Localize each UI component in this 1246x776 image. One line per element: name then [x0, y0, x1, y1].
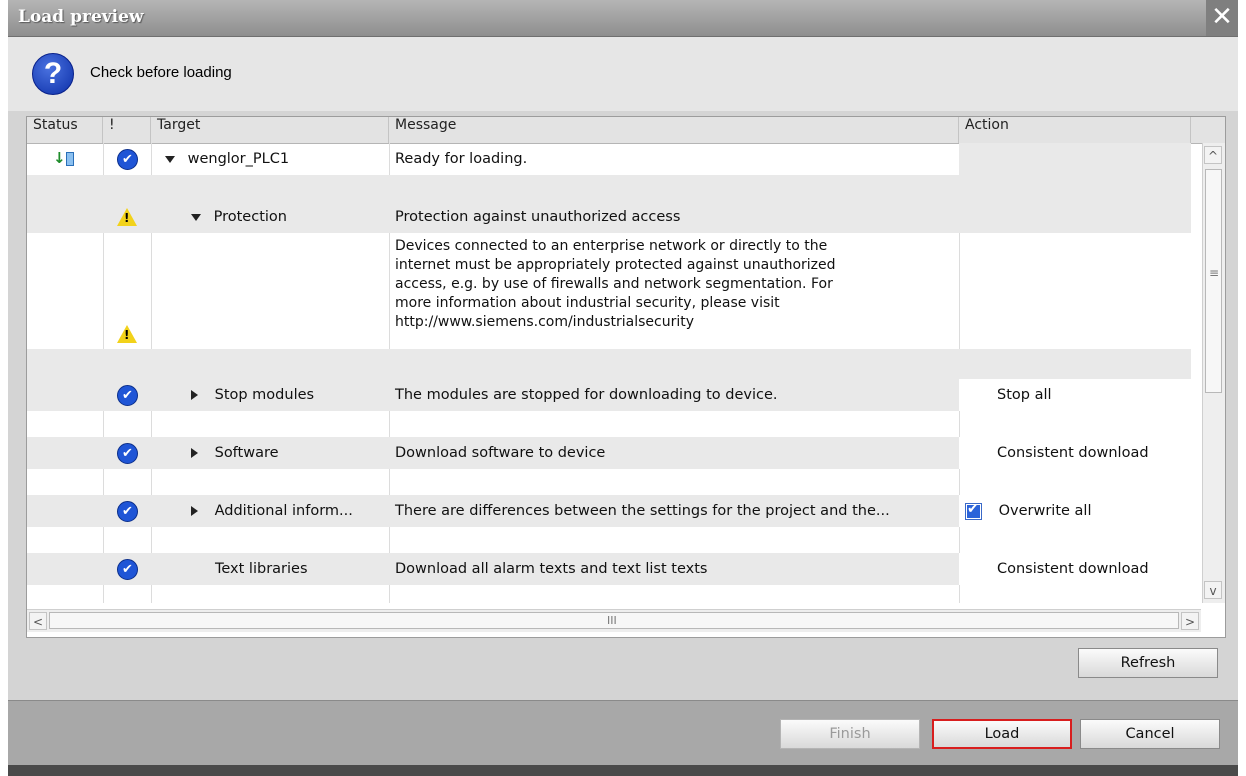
- column-header-target[interactable]: Target: [151, 117, 389, 143]
- action-overwrite-all[interactable]: ✔ Overwrite all: [959, 495, 1191, 527]
- message-cell: Download software to device: [395, 445, 606, 461]
- table-row[interactable]: ↓ ✔ wenglor_PLC1 Ready for loading.: [27, 143, 1191, 175]
- grip-icon: ≡: [1209, 266, 1220, 280]
- table-row-spacer: [27, 349, 1191, 379]
- table-row[interactable]: ✔ Additional inform... There are differe…: [27, 495, 1191, 527]
- security-notice: Devices connected to an enterprise netwo…: [389, 233, 959, 349]
- title-bar: Load preview ✕: [8, 0, 1238, 37]
- collapse-icon[interactable]: [165, 155, 175, 163]
- grip-icon: III: [607, 614, 617, 627]
- tree-item-wenglor-plc1[interactable]: wenglor_PLC1: [151, 143, 389, 175]
- expand-icon[interactable]: [191, 448, 198, 458]
- close-icon[interactable]: ✕: [1206, 0, 1238, 36]
- column-header-flag[interactable]: !: [103, 117, 151, 143]
- dialog-title: Load preview: [18, 7, 144, 27]
- finish-button[interactable]: Finish: [780, 719, 920, 749]
- column-header-action[interactable]: Action: [959, 117, 1191, 143]
- action-dropdown-stop-modules[interactable]: Stop all: [959, 379, 1191, 411]
- table-row-spacer: [27, 411, 1191, 437]
- scroll-right-icon[interactable]: >: [1181, 612, 1199, 630]
- security-link[interactable]: http://www.siemens.com/industrialsecurit…: [395, 313, 959, 332]
- scroll-up-icon[interactable]: ^: [1204, 146, 1222, 164]
- message-cell: Protection against unauthorized access: [395, 209, 681, 225]
- table-row[interactable]: ✔ Stop modules The modules are stopped f…: [27, 379, 1191, 411]
- action-dropdown-software[interactable]: Consistent download: [959, 437, 1191, 469]
- ok-icon: ✔: [103, 553, 151, 585]
- warning-icon: !: [103, 201, 151, 233]
- table-row[interactable]: ! Protection Protection against unauthor…: [27, 201, 1191, 233]
- message-cell: There are differences between the settin…: [395, 503, 890, 519]
- load-preview-table: Status ! Target Message Action ↓ ✔ wengl…: [26, 116, 1226, 638]
- tree-item-text-libraries[interactable]: Text libraries: [151, 553, 389, 585]
- expand-icon[interactable]: [191, 390, 198, 400]
- table-row-spacer: [27, 175, 1191, 201]
- expand-icon[interactable]: [191, 506, 198, 516]
- table-row-spacer: [27, 469, 1191, 495]
- footer-bar: Finish Load Cancel: [8, 700, 1238, 766]
- ok-icon: ✔: [103, 379, 151, 411]
- download-status-icon: ↓: [27, 143, 103, 175]
- question-icon: ?: [32, 53, 74, 95]
- warning-icon: !: [103, 233, 151, 349]
- message-cell: Ready for loading.: [395, 151, 528, 167]
- action-cell: [959, 143, 1191, 175]
- message-cell: The modules are stopped for downloading …: [395, 387, 778, 403]
- ok-warning-icon: ✔: [103, 143, 151, 175]
- bottom-edge: [8, 765, 1238, 776]
- table-row-spacer: [27, 585, 1191, 603]
- header-area: ? Check before loading: [8, 37, 1238, 111]
- message-cell: Download all alarm texts and text list t…: [395, 561, 708, 577]
- ok-icon: ✔: [103, 437, 151, 469]
- column-header-message[interactable]: Message: [389, 117, 959, 143]
- horizontal-scrollbar[interactable]: < III >: [27, 609, 1201, 632]
- tree-item-additional-information[interactable]: Additional inform...: [151, 495, 389, 527]
- header-text: Check before loading: [90, 64, 232, 81]
- load-preview-dialog: Load preview ✕ ? Check before loading St…: [8, 0, 1238, 776]
- scroll-left-icon[interactable]: <: [29, 612, 47, 630]
- table-row[interactable]: ✔ Text libraries Download all alarm text…: [27, 553, 1191, 585]
- tree-item-software[interactable]: Software: [151, 437, 389, 469]
- refresh-button[interactable]: Refresh: [1078, 648, 1218, 678]
- table-header: Status ! Target Message Action: [27, 117, 1225, 144]
- action-dropdown-text-libraries[interactable]: Consistent download: [959, 553, 1191, 585]
- vertical-scroll-thumb[interactable]: ≡: [1205, 169, 1222, 393]
- collapse-icon[interactable]: [191, 213, 201, 221]
- table-row-spacer: [27, 527, 1191, 553]
- column-header-status[interactable]: Status: [27, 117, 103, 143]
- load-button[interactable]: Load: [932, 719, 1072, 749]
- horizontal-scroll-thumb[interactable]: III: [49, 612, 1179, 629]
- tree-item-protection[interactable]: Protection: [151, 201, 389, 233]
- table-row[interactable]: ✔ Software Download software to device C…: [27, 437, 1191, 469]
- tree-item-stop-modules[interactable]: Stop modules: [151, 379, 389, 411]
- scroll-down-icon[interactable]: v: [1204, 581, 1222, 599]
- vertical-scrollbar[interactable]: ^ ≡ v: [1202, 143, 1225, 603]
- table-row[interactable]: ! Devices connected to an enterprise net…: [27, 233, 1191, 349]
- overwrite-all-checkbox[interactable]: ✔: [965, 501, 982, 520]
- ok-icon: ✔: [103, 495, 151, 527]
- cancel-button[interactable]: Cancel: [1080, 719, 1220, 749]
